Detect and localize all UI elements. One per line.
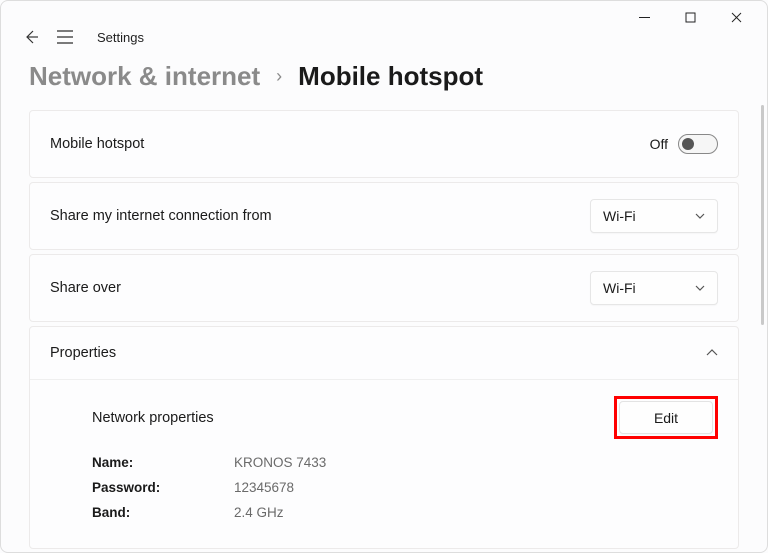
share-from-card: Share my internet connection from Wi-Fi — [29, 182, 739, 250]
edit-highlight: Edit — [614, 396, 718, 439]
breadcrumb-current: Mobile hotspot — [298, 61, 483, 92]
share-from-value: Wi-Fi — [603, 208, 636, 224]
maximize-button[interactable] — [667, 3, 713, 31]
back-button[interactable] — [23, 29, 39, 45]
app-title: Settings — [97, 30, 144, 45]
hotspot-label: Mobile hotspot — [50, 136, 144, 152]
hotspot-toggle[interactable] — [678, 134, 718, 154]
property-password-row: Password: 12345678 — [92, 480, 718, 495]
properties-header[interactable]: Properties — [30, 327, 738, 380]
property-value: KRONOS 7433 — [234, 455, 326, 470]
property-value: 2.4 GHz — [234, 505, 284, 520]
chevron-right-icon: › — [276, 66, 282, 87]
chevron-down-icon — [695, 210, 705, 222]
property-value: 12345678 — [234, 480, 294, 495]
toggle-knob — [682, 138, 694, 150]
share-over-select[interactable]: Wi-Fi — [590, 271, 718, 305]
breadcrumb: Network & internet › Mobile hotspot — [1, 49, 767, 110]
property-key: Band: — [92, 505, 234, 520]
share-from-select[interactable]: Wi-Fi — [590, 199, 718, 233]
chevron-up-icon — [706, 347, 718, 359]
share-from-label: Share my internet connection from — [50, 208, 272, 224]
property-name-row: Name: KRONOS 7433 — [92, 455, 718, 470]
content-area: Mobile hotspot Off Share my internet con… — [1, 110, 767, 549]
hamburger-icon[interactable] — [57, 30, 73, 44]
share-over-value: Wi-Fi — [603, 280, 636, 296]
close-button[interactable] — [713, 3, 759, 31]
properties-card: Properties Network properties Edit Name:… — [29, 326, 739, 549]
property-key: Name: — [92, 455, 234, 470]
property-band-row: Band: 2.4 GHz — [92, 505, 718, 520]
share-over-card: Share over Wi-Fi — [29, 254, 739, 322]
edit-button[interactable]: Edit — [619, 401, 713, 434]
share-over-label: Share over — [50, 280, 121, 296]
chevron-down-icon — [695, 282, 705, 294]
property-key: Password: — [92, 480, 234, 495]
properties-list: Name: KRONOS 7433 Password: 12345678 Ban… — [50, 455, 718, 520]
properties-title: Properties — [50, 345, 116, 361]
breadcrumb-parent[interactable]: Network & internet — [29, 61, 260, 92]
toggle-state-text: Off — [650, 136, 668, 152]
hotspot-toggle-card: Mobile hotspot Off — [29, 110, 739, 178]
network-properties-label: Network properties — [92, 410, 214, 426]
scrollbar[interactable] — [761, 105, 764, 325]
minimize-button[interactable] — [621, 3, 667, 31]
